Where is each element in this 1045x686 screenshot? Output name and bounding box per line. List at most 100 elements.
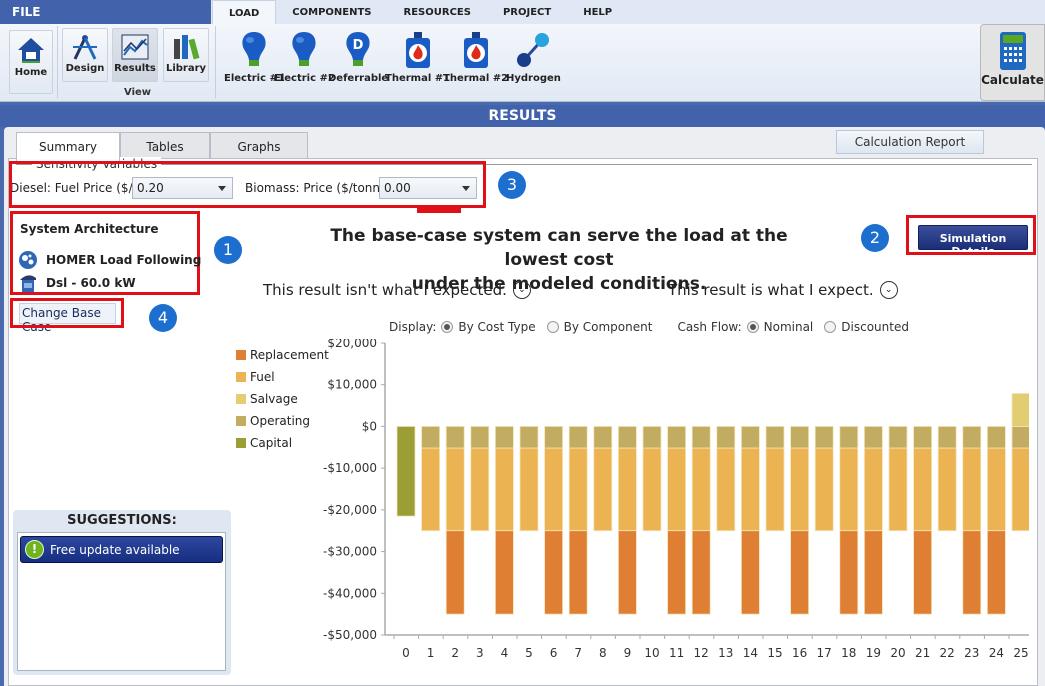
- bar-segment-fuel: [987, 447, 1006, 532]
- bar-segment-operating: [470, 426, 490, 449]
- radio-nominal[interactable]: [746, 321, 759, 333]
- bar-segment-fuel: [937, 447, 957, 532]
- not-expected-toggle[interactable]: This result isn't what I expected. ⌄: [263, 281, 531, 299]
- exclamation-icon: !: [25, 540, 44, 559]
- by-cost-type-label: By Cost Type: [458, 320, 536, 334]
- menu-tab-load[interactable]: LOAD: [212, 0, 277, 24]
- menu-tab-components[interactable]: COMPONENTS: [276, 0, 387, 24]
- design-button[interactable]: Design: [62, 28, 108, 82]
- suggestion-item[interactable]: ! Free update available: [20, 536, 223, 563]
- bar-segment-fuel: [470, 447, 490, 532]
- x-tick-label: 18: [841, 646, 856, 660]
- load-button-label: Electric #2: [274, 73, 335, 84]
- generator-label: Dsl - 60.0 kW: [46, 276, 136, 290]
- thermal-flame-icon: [443, 30, 508, 73]
- not-expected-label: This result isn't what I expected.: [263, 281, 507, 299]
- results-label: Results: [114, 63, 156, 74]
- legend-swatch: [236, 394, 246, 404]
- y-tick-label: -$40,000: [323, 586, 377, 600]
- discounted-label: Discounted: [841, 320, 909, 334]
- biomass-price-label: Biomass: Price ($/tonne): [245, 181, 393, 195]
- bar-segment-fuel: [593, 447, 613, 532]
- biomass-price-dropdown[interactable]: 0.00: [379, 177, 477, 199]
- legend-swatch: [236, 438, 246, 448]
- load-button-label: Deferrable: [328, 73, 389, 84]
- menu-tab-resources[interactable]: RESOURCES: [388, 0, 487, 24]
- load-button-hydrogen[interactable]: Hydrogen: [506, 30, 561, 84]
- load-button-thermal-2[interactable]: Thermal #2: [443, 30, 508, 84]
- calculate-button[interactable]: Calculate: [980, 24, 1045, 101]
- bar-segment-fuel: [691, 447, 711, 532]
- menu-tab-help[interactable]: HELP: [567, 0, 628, 24]
- radio-discounted[interactable]: [824, 321, 837, 333]
- radio-by-component[interactable]: [546, 321, 559, 333]
- radio-by-cost-type[interactable]: [441, 321, 454, 333]
- tab-summary[interactable]: Summary: [16, 132, 120, 161]
- bar-segment-fuel: [445, 447, 465, 532]
- bar-segment-fuel: [839, 447, 859, 532]
- highlight-box-3-tab: [417, 207, 461, 213]
- x-tick-label: 21: [915, 646, 930, 660]
- home-button[interactable]: Home: [9, 30, 53, 94]
- bar-segment-operating: [716, 426, 736, 449]
- bar-segment-replacement: [544, 530, 564, 615]
- change-base-case-button[interactable]: Change Base Case: [19, 303, 116, 334]
- library-label: Library: [165, 63, 207, 74]
- bar-segment-replacement: [790, 530, 810, 615]
- bar-segment-fuel: [740, 447, 760, 532]
- legend-swatch: [236, 350, 246, 360]
- load-button-deferrable[interactable]: D Deferrable: [328, 30, 388, 84]
- results-button[interactable]: Results: [112, 28, 158, 82]
- bar-segment-replacement: [691, 530, 711, 615]
- chevron-down-circle-icon[interactable]: ⌄: [512, 281, 531, 299]
- x-tick-label: 14: [743, 646, 758, 660]
- annotation-badge-2: 2: [861, 224, 889, 252]
- bar-segment-fuel: [544, 447, 564, 532]
- diesel-fuel-price-dropdown[interactable]: 0.20: [132, 177, 233, 199]
- legend-label: Operating: [250, 414, 310, 428]
- legend-swatch: [236, 416, 246, 426]
- annotation-badge-3: 3: [498, 171, 526, 199]
- x-tick-label: 25: [1013, 646, 1028, 660]
- bar-segment-fuel: [642, 447, 662, 532]
- results-panel: Summary Tables Graphs Calculation Report…: [4, 127, 1045, 686]
- architecture-item: Dsl - 60.0 kW: [18, 273, 136, 293]
- suggestions-title: SUGGESTIONS:: [67, 513, 177, 528]
- y-tick-label: $20,000: [327, 339, 377, 350]
- bar-segment-fuel: [913, 447, 932, 532]
- menu-tab-project[interactable]: PROJECT: [487, 0, 567, 24]
- bar-segment-operating: [814, 426, 834, 449]
- expected-label: This result is what I expect.: [668, 281, 874, 299]
- x-tick-label: 2: [451, 646, 459, 660]
- bar-segment-replacement: [987, 530, 1006, 615]
- bar-segment-operating: [937, 426, 957, 449]
- load-button-thermal-1[interactable]: Thermal #1: [385, 30, 450, 84]
- load-button-electric-2[interactable]: Electric #2: [274, 30, 335, 84]
- x-tick-label: 4: [501, 646, 509, 660]
- chart-icon: [121, 34, 149, 60]
- simulation-details-button[interactable]: Simulation Details: [918, 225, 1028, 258]
- bar-segment-operating: [913, 426, 932, 449]
- bar-segment-operating: [839, 426, 859, 449]
- y-tick-label: $10,000: [327, 378, 377, 392]
- annotation-badge-1: 1: [214, 236, 242, 264]
- tab-graphs[interactable]: Graphs: [210, 132, 308, 159]
- y-tick-label: $0: [362, 419, 377, 433]
- library-button[interactable]: Library: [163, 28, 209, 82]
- annotation-badge-4: 4: [149, 304, 177, 332]
- chevron-down-circle-icon[interactable]: ⌄: [879, 281, 898, 299]
- display-options: Display: By Cost Type By Component Cash …: [389, 320, 909, 334]
- chevron-down-icon: [218, 186, 226, 191]
- legend-label: Capital: [250, 436, 293, 450]
- expected-toggle[interactable]: This result is what I expect. ⌄: [668, 281, 898, 299]
- calculation-report-button[interactable]: Calculation Report: [836, 130, 984, 154]
- y-tick-label: -$30,000: [323, 545, 377, 559]
- diesel-fuel-price-label: Diesel: Fuel Price ($/L): [10, 181, 144, 195]
- bar-segment-replacement: [864, 530, 883, 615]
- summary-content: Sensitivity Variables Diesel: Fuel Price…: [8, 157, 1038, 686]
- bar-segment-replacement: [617, 530, 637, 615]
- x-tick-label: 1: [427, 646, 435, 660]
- file-menu[interactable]: FILE: [0, 0, 211, 24]
- tab-tables[interactable]: Tables: [120, 132, 210, 159]
- bar-segment-operating: [1011, 426, 1029, 449]
